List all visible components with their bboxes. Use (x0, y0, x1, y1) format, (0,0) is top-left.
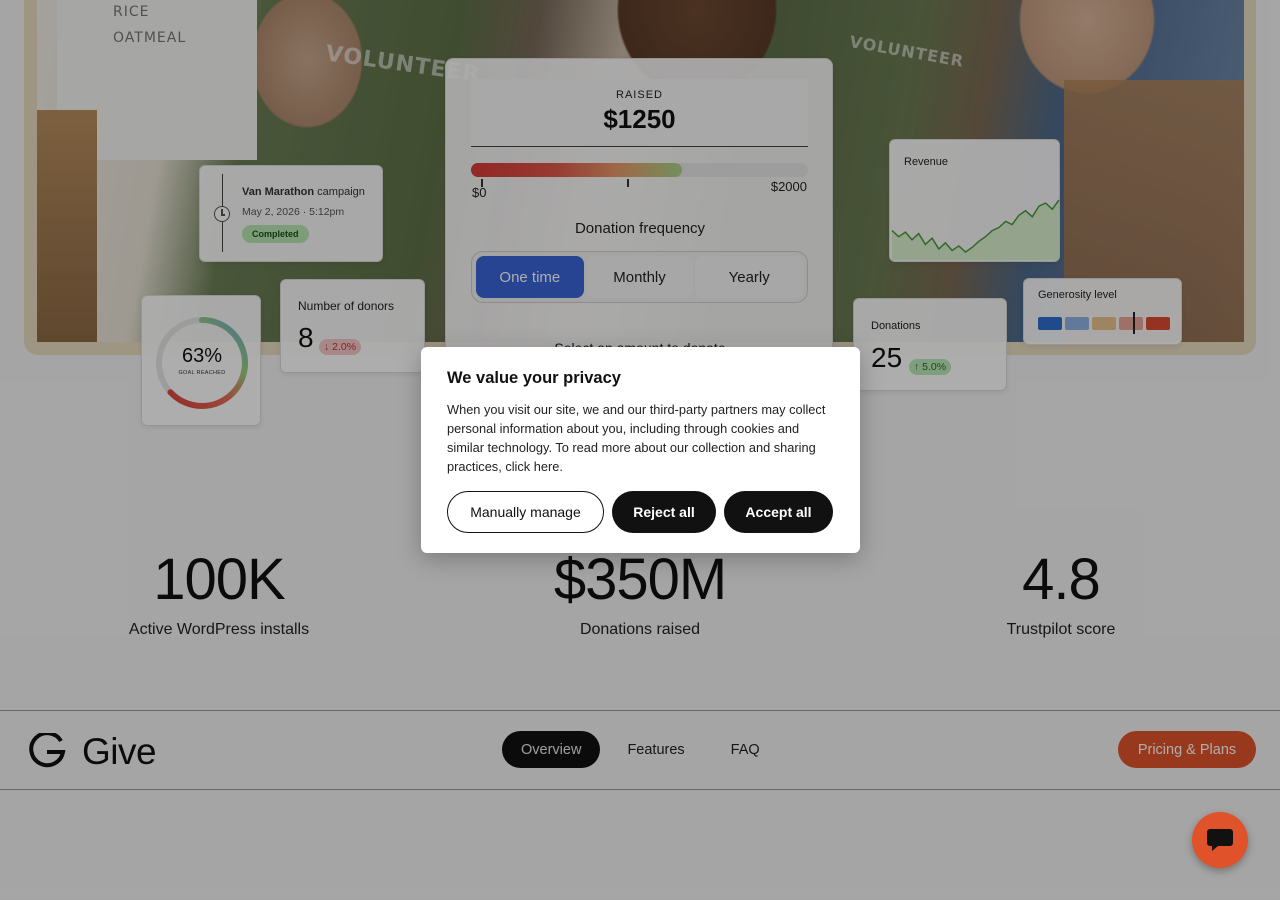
chat-bubble-icon (1207, 829, 1233, 851)
privacy-consent-dialog: We value your privacy When you visit our… (421, 347, 860, 553)
reject-all-button[interactable]: Reject all (612, 491, 716, 533)
consent-body: When you visit our site, we and our thir… (447, 402, 826, 474)
consent-title: We value your privacy (447, 369, 621, 387)
chat-button[interactable] (1192, 812, 1248, 868)
accept-all-button[interactable]: Accept all (724, 491, 833, 533)
manually-manage-button[interactable]: Manually manage (447, 491, 604, 533)
